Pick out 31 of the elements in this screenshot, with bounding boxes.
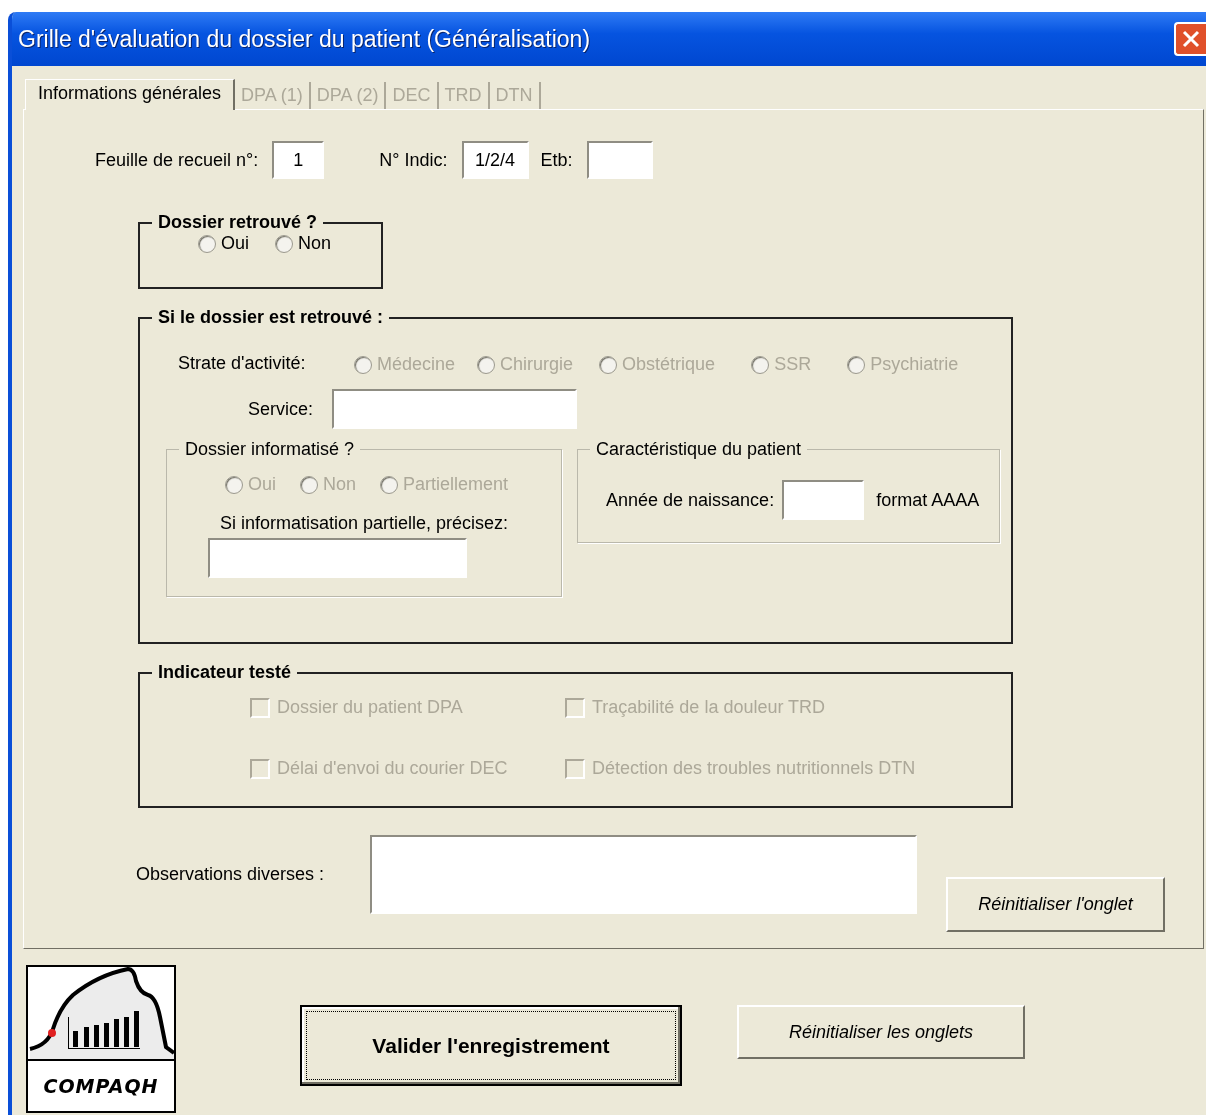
field-label: Observations diverses : xyxy=(136,864,326,885)
group-title: Dossier retrouvé ? xyxy=(157,212,319,233)
field-label: N° Indic: xyxy=(379,149,448,171)
group-title: Caractéristique du patient xyxy=(595,439,803,460)
input-field[interactable]: 1 xyxy=(272,141,325,179)
field-label: Etb: xyxy=(540,149,573,171)
field-label: Feuille de recueil n°: xyxy=(95,149,259,171)
group-title: Dossier informatisé ? xyxy=(184,439,356,460)
input-field[interactable] xyxy=(586,141,653,179)
input-field[interactable] xyxy=(207,538,467,578)
input-field[interactable] xyxy=(782,480,865,520)
field-label: Année de naissance: xyxy=(606,489,775,511)
input-field[interactable] xyxy=(370,835,917,914)
close-button[interactable] xyxy=(1174,22,1206,56)
group-title: Si le dossier est retrouvé : xyxy=(157,307,385,328)
field-label: Si informatisation partielle, précisez: xyxy=(219,513,509,534)
logo-text: COMPAQH xyxy=(28,1059,174,1111)
input-field[interactable]: 1/2/4 xyxy=(461,141,529,179)
field-label: Service: xyxy=(248,398,315,420)
radio-option[interactable]: Non xyxy=(275,233,332,254)
validate-button[interactable]: Valider l'enregistrement xyxy=(300,1005,682,1086)
radio-option[interactable]: Oui xyxy=(198,233,249,254)
field-label: Strate d'activité: xyxy=(178,353,307,374)
reset-all-button[interactable]: Réinitialiser les onglets xyxy=(737,1005,1025,1059)
close-icon xyxy=(1181,29,1201,49)
group-title: Indicateur testé xyxy=(157,662,293,683)
format-hint: format AAAA xyxy=(876,489,980,511)
window-title: Grille d'évaluation du dossier du patient (Généralisation) xyxy=(18,25,591,53)
tab[interactable]: Informations générales xyxy=(25,79,236,110)
input-field[interactable] xyxy=(332,389,577,429)
reset-tab-button[interactable]: Réinitialiser l'onglet xyxy=(946,877,1165,932)
